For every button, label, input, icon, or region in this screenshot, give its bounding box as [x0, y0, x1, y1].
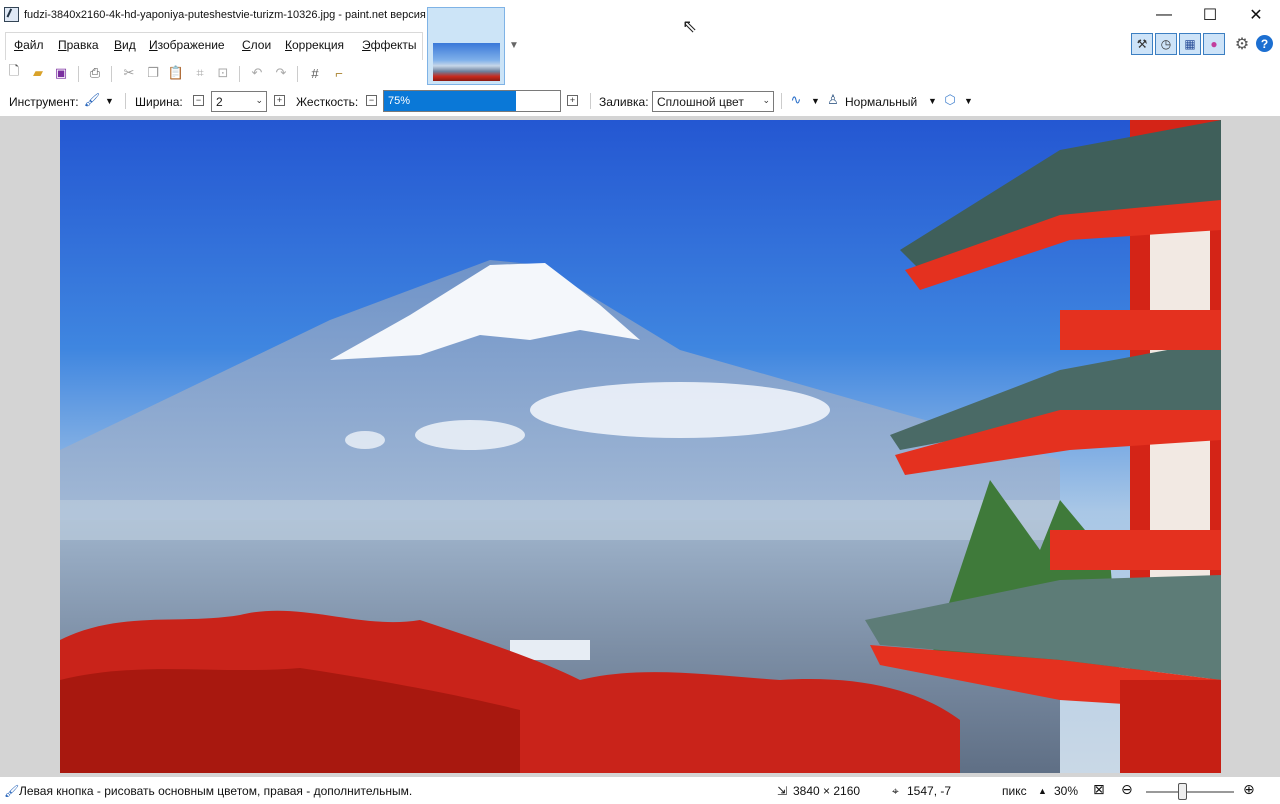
- hammer-icon: ⚒: [1136, 37, 1148, 51]
- minimize-button[interactable]: —: [1141, 0, 1187, 30]
- fill-combobox[interactable]: Сплошной цвет ⌄: [652, 91, 774, 112]
- antialiasing-dropdown-icon[interactable]: ▼: [811, 96, 820, 106]
- toolbar-separator: [297, 66, 298, 82]
- menu-file[interactable]: Файл: [14, 38, 44, 52]
- units-dropdown-icon[interactable]: ▲: [1038, 786, 1047, 796]
- cursor-position-value: 1547, -7: [907, 784, 952, 798]
- menu-adjustments[interactable]: Коррекция: [285, 38, 344, 52]
- cut-icon[interactable]: ✂: [120, 64, 138, 82]
- blend-mode-value[interactable]: Нормальный: [845, 95, 917, 109]
- hardness-slider[interactable]: 75%: [383, 90, 561, 112]
- crop-icon[interactable]: ⌗: [191, 64, 209, 82]
- toolbar-separator: [111, 66, 112, 82]
- grid-icon[interactable]: #: [306, 64, 324, 82]
- chevron-down-icon: ⌄: [255, 95, 263, 105]
- toolbar-separator: [239, 66, 240, 82]
- undo-icon[interactable]: ↶: [248, 64, 266, 82]
- fill-label: Заливка:: [599, 95, 649, 109]
- colors-window-button[interactable]: ●: [1203, 33, 1225, 55]
- layers-icon: ▦: [1184, 37, 1196, 51]
- tool-dropdown-icon[interactable]: ▼: [105, 96, 114, 106]
- image-canvas[interactable]: [60, 120, 1221, 773]
- menu-bar: Файл Правка Вид Изображение Слои Коррекц…: [0, 33, 1280, 59]
- hardness-increase-button[interactable]: +: [567, 95, 578, 106]
- selection-quality-dropdown-icon[interactable]: ▼: [964, 96, 973, 106]
- print-icon[interactable]: ⎙: [86, 64, 104, 82]
- cursor-position-icon: ⌖: [892, 784, 899, 798]
- paste-icon[interactable]: 📋: [167, 64, 185, 82]
- copy-icon[interactable]: ❐: [144, 64, 162, 82]
- layers-window-button[interactable]: ▦: [1179, 33, 1201, 55]
- tabs-dropdown-icon[interactable]: ▼: [509, 40, 519, 51]
- help-icon[interactable]: ?: [1256, 35, 1273, 52]
- status-bar: 🖌 Левая кнопка - рисовать основным цвето…: [0, 778, 1280, 804]
- blend-mode-icon[interactable]: ♙: [824, 91, 842, 109]
- close-button[interactable]: ✕: [1233, 0, 1279, 30]
- tools-window-button[interactable]: ⚒: [1131, 33, 1153, 55]
- history-icon: ◷: [1160, 37, 1172, 51]
- width-combobox[interactable]: 2 ⌄: [211, 91, 267, 112]
- toolbar-separator: [590, 93, 591, 109]
- window-title: fudzi-3840x2160-4k-hd-yaponiya-puteshest…: [24, 9, 454, 21]
- ruler-icon[interactable]: ⌐: [330, 64, 348, 82]
- gear-icon[interactable]: ⚙: [1233, 35, 1251, 53]
- units-selector[interactable]: пикс: [1002, 784, 1027, 798]
- menu-layers[interactable]: Слои: [242, 38, 271, 52]
- open-icon[interactable]: ▰: [29, 64, 47, 82]
- zoom-value[interactable]: 30%: [1054, 784, 1078, 798]
- chevron-down-icon: ⌄: [762, 95, 770, 105]
- menu-view[interactable]: Вид: [114, 38, 136, 52]
- toolbar-separator: [125, 93, 126, 109]
- hardness-label: Жесткость:: [296, 95, 359, 109]
- selection-quality-icon[interactable]: ⬡: [941, 91, 959, 109]
- redo-icon[interactable]: ↷: [272, 64, 290, 82]
- antialiasing-icon[interactable]: ∿: [787, 91, 805, 109]
- hardness-value: 75%: [388, 95, 411, 107]
- toolbar-separator: [78, 66, 79, 82]
- width-increase-button[interactable]: +: [274, 95, 285, 106]
- tool-options-bar: Инструмент: 🖌 ▼ Ширина: − 2 ⌄ + Жесткост…: [0, 89, 1280, 113]
- width-label: Ширина:: [135, 95, 183, 109]
- history-window-button[interactable]: ◷: [1155, 33, 1177, 55]
- hardness-decrease-button[interactable]: −: [366, 95, 377, 106]
- toolbar-separator: [781, 93, 782, 109]
- colors-icon: ●: [1210, 37, 1218, 51]
- zoom-in-icon[interactable]: ⊕: [1243, 781, 1255, 798]
- paintbrush-icon: 🖌: [4, 784, 20, 798]
- menu-image[interactable]: Изображение: [149, 38, 225, 52]
- menu-edit[interactable]: Правка: [58, 38, 99, 52]
- image-size-icon: ⇲: [777, 784, 788, 798]
- tool-label: Инструмент:: [9, 95, 79, 109]
- zoom-to-window-icon[interactable]: ⊠: [1093, 781, 1105, 798]
- paintbrush-icon[interactable]: 🖌: [83, 91, 101, 109]
- width-decrease-button[interactable]: −: [193, 95, 204, 106]
- menu-effects[interactable]: Эффекты: [362, 38, 417, 52]
- save-icon[interactable]: ▣: [52, 64, 70, 82]
- zoom-slider-thumb[interactable]: [1178, 783, 1187, 800]
- blend-mode-dropdown-icon[interactable]: ▼: [928, 96, 937, 106]
- main-toolbar: 🗋 ▰ ▣ ⎙ ✂ ❐ 📋 ⌗ ⊡ ↶ ↷ # ⌐: [0, 62, 1280, 86]
- status-hint: Левая кнопка - рисовать основным цветом,…: [19, 784, 413, 798]
- deselect-icon[interactable]: ⊡: [214, 64, 232, 82]
- image-size-value: 3840 × 2160: [793, 784, 861, 798]
- maximize-button[interactable]: ☐: [1187, 0, 1233, 30]
- title-bar: fudzi-3840x2160-4k-hd-yaponiya-puteshest…: [0, 0, 1280, 30]
- mount-fuji-photo: [60, 120, 1221, 773]
- new-icon[interactable]: 🗋: [5, 63, 23, 82]
- paintnet-app-icon: [4, 7, 19, 22]
- zoom-out-icon[interactable]: ⊖: [1121, 781, 1133, 798]
- zoom-slider-track[interactable]: [1146, 791, 1234, 793]
